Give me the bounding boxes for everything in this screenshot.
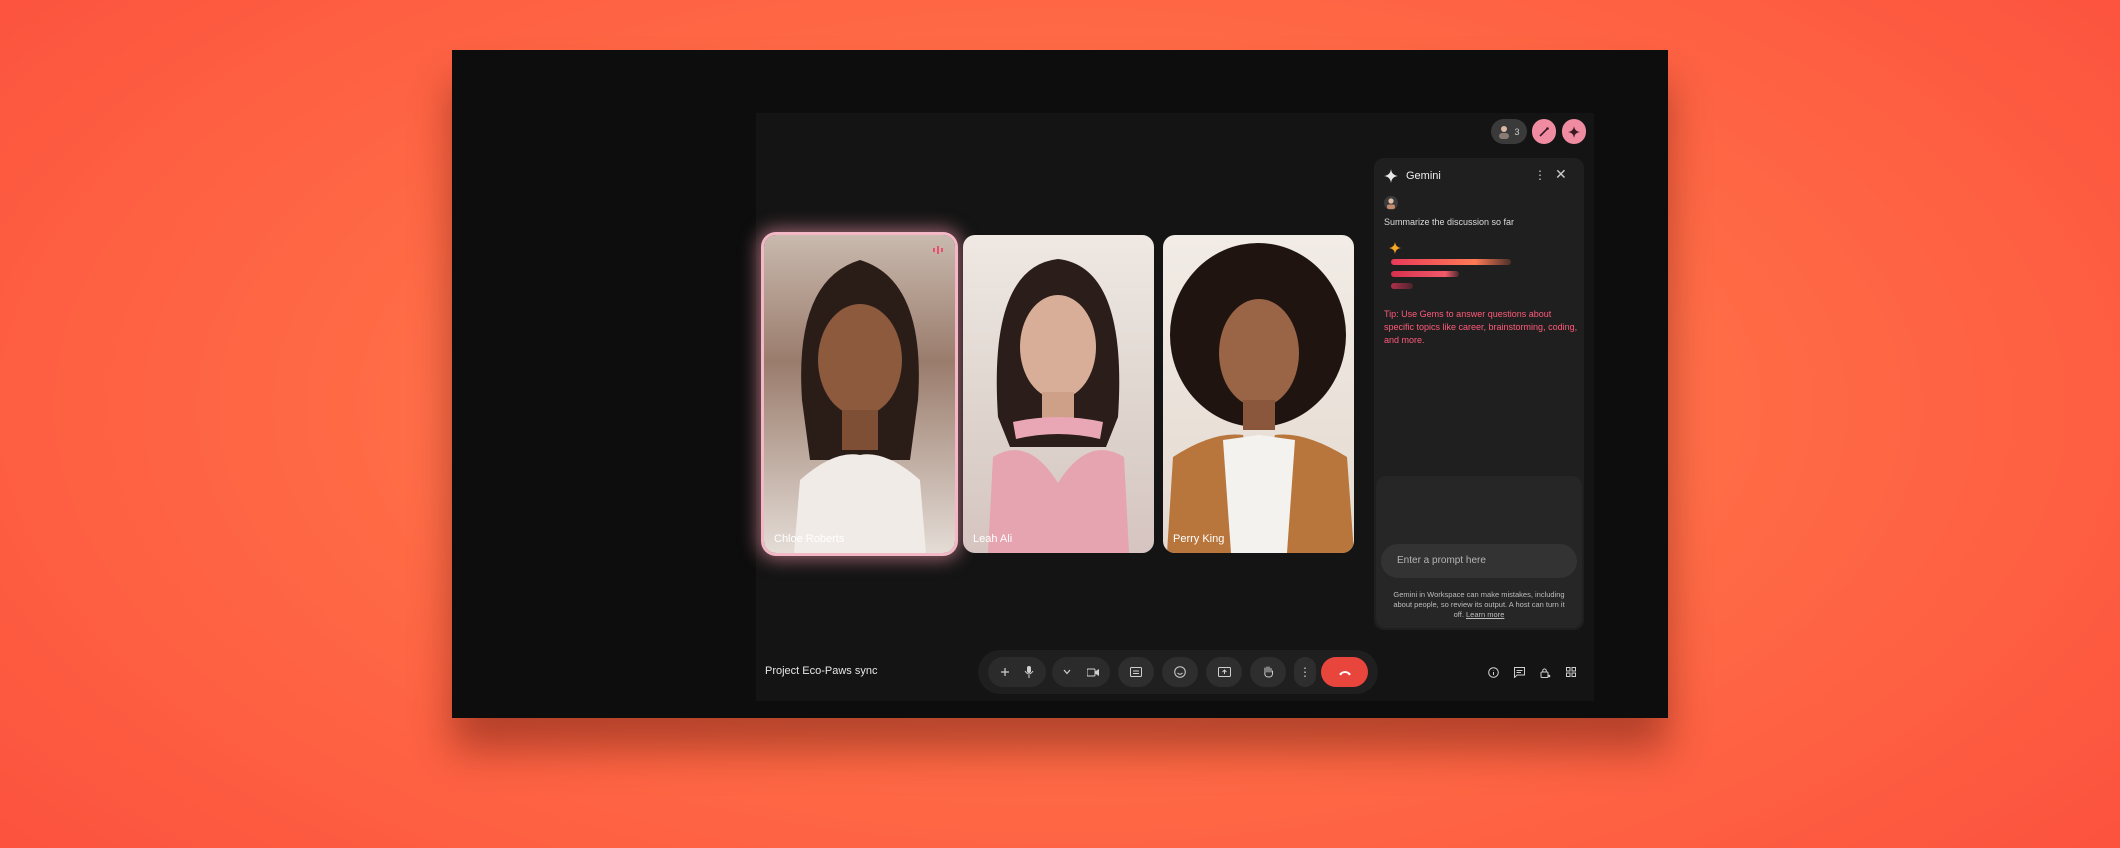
prompt-placeholder: Enter a prompt here bbox=[1397, 555, 1486, 566]
end-call-button[interactable] bbox=[1321, 657, 1368, 687]
participant-video bbox=[1167, 243, 1354, 553]
participant-tile[interactable]: Leah Ali bbox=[963, 235, 1154, 553]
loading-bar bbox=[1391, 259, 1511, 265]
captions-icon bbox=[1130, 667, 1142, 677]
activities-button[interactable] bbox=[1564, 665, 1578, 679]
speaking-indicator-icon bbox=[933, 246, 943, 254]
loading-bar bbox=[1391, 283, 1413, 289]
microphone-icon bbox=[1024, 666, 1034, 678]
raise-hand-icon bbox=[1263, 666, 1273, 678]
present-button[interactable] bbox=[1206, 657, 1242, 687]
gemini-sparkle-icon bbox=[1568, 125, 1580, 138]
host-controls-icon bbox=[1540, 667, 1550, 678]
gemini-response-icon bbox=[1389, 242, 1401, 254]
user-prompt-text: Summarize the discussion so far bbox=[1384, 217, 1515, 227]
close-icon[interactable]: ✕ bbox=[1555, 167, 1567, 181]
participant-count: 3 bbox=[1514, 126, 1520, 137]
participant-name: Perry King bbox=[1173, 533, 1225, 545]
participant-video bbox=[794, 260, 926, 553]
present-icon bbox=[1217, 667, 1231, 677]
panel-title: Gemini bbox=[1406, 170, 1441, 182]
captions-button[interactable] bbox=[1118, 657, 1154, 687]
participant-name: Chloe Roberts bbox=[774, 533, 845, 545]
disclaimer-text: Gemini in Workspace can make mistakes, i… bbox=[1388, 590, 1570, 620]
more-options-icon: ⋮ bbox=[1299, 665, 1311, 679]
emoji-icon bbox=[1174, 666, 1186, 678]
gemini-logo-icon bbox=[1384, 169, 1398, 183]
people-icon bbox=[1499, 125, 1510, 139]
host-controls-button[interactable] bbox=[1538, 665, 1552, 679]
loading-bar bbox=[1391, 271, 1459, 277]
chevron-down-icon bbox=[1063, 669, 1071, 675]
end-call-icon bbox=[1338, 670, 1351, 675]
ai-effects-button[interactable] bbox=[1532, 119, 1556, 144]
chat-button[interactable] bbox=[1512, 665, 1526, 679]
tip-text: Tip: Use Gems to answer questions about … bbox=[1384, 309, 1578, 345]
learn-more-link[interactable]: Learn more bbox=[1466, 610, 1504, 619]
participant-video bbox=[988, 259, 1129, 553]
participant-name: Leah Ali bbox=[973, 533, 1013, 545]
gemini-toggle-button[interactable] bbox=[1562, 119, 1586, 144]
prompt-input[interactable]: Enter a prompt here bbox=[1381, 544, 1577, 578]
magic-pen-icon bbox=[1539, 126, 1549, 137]
raise-hand-button[interactable] bbox=[1250, 657, 1286, 687]
chat-icon bbox=[1513, 666, 1525, 678]
camera-icon bbox=[1087, 668, 1099, 676]
audio-button[interactable] bbox=[988, 657, 1046, 687]
user-avatar bbox=[1384, 196, 1398, 210]
info-button[interactable] bbox=[1486, 665, 1500, 679]
audio-options-icon bbox=[1001, 668, 1009, 676]
info-icon bbox=[1487, 666, 1499, 678]
participant-tile[interactable]: Perry King bbox=[1163, 235, 1354, 553]
panel-more-icon[interactable]: ⋮ bbox=[1534, 168, 1546, 182]
meeting-title: Project Eco-Paws sync bbox=[765, 665, 878, 677]
participants-button[interactable]: 3 bbox=[1491, 119, 1527, 144]
activities-icon bbox=[1566, 667, 1576, 677]
participant-tile[interactable]: Chloe Roberts bbox=[764, 235, 955, 553]
camera-button[interactable] bbox=[1052, 657, 1110, 687]
more-options-button[interactable]: ⋮ bbox=[1294, 657, 1316, 687]
emoji-button[interactable] bbox=[1162, 657, 1198, 687]
gemini-panel: Gemini ⋮ ✕ Summarize the discussion so f… bbox=[1374, 158, 1584, 630]
